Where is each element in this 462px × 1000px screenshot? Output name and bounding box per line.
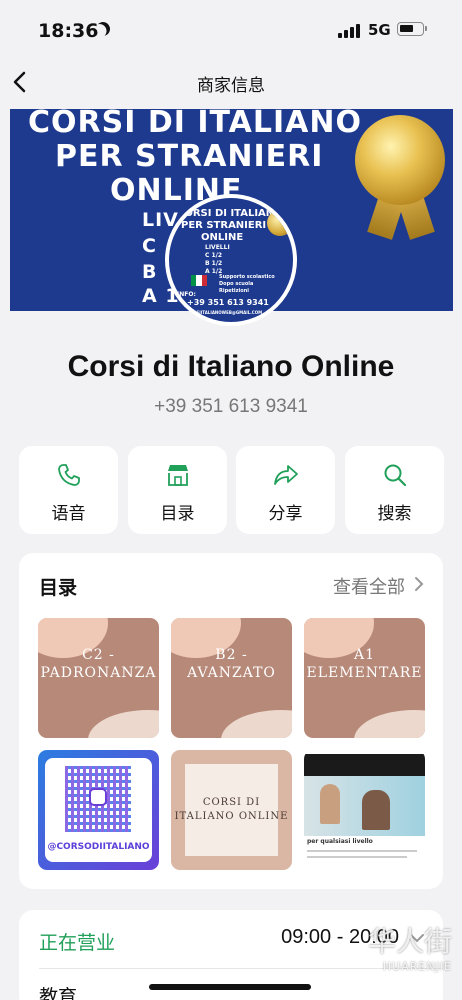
avatar-text: PER STRANIERI [181, 220, 267, 231]
gold-medal-icon [350, 115, 450, 245]
catalog-item-line2: PADRONANZA [40, 665, 157, 681]
video-caption: per qualsiasi livello [307, 838, 373, 845]
avatar-bullet: Ripetizioni [219, 288, 249, 294]
avatar-text: ONLINE [201, 232, 244, 243]
banner-title-line-1: CORSI DI ITALIANO [28, 109, 362, 140]
catalog-item-instagram-qr[interactable]: @CORSODIITALIANO [38, 750, 159, 870]
search-label: 搜索 [377, 504, 412, 524]
business-phone[interactable]: +39 351 613 9341 [0, 396, 462, 418]
nav-bar: 商家信息 [0, 58, 462, 106]
home-indicator[interactable] [149, 984, 311, 990]
search-icon [384, 464, 407, 487]
avatar-text: C 1/2 [205, 252, 223, 259]
watermark-en: HUARENJIE [382, 960, 452, 973]
instagram-handle: @CORSODIITALIANO [47, 842, 150, 852]
share-icon [274, 465, 298, 485]
store-icon [168, 465, 188, 486]
avatar-text: CORSI DI ITALIANO [177, 208, 283, 219]
catalog-item-c2-padronanza[interactable]: C2 - PADRONANZA [38, 618, 159, 738]
catalog-title: 目录 [39, 577, 78, 599]
catalog-item-line2: AVANZATO [187, 665, 276, 681]
banner-side-letter: B [142, 261, 158, 283]
catalog-item-line1: A1 [353, 647, 376, 663]
avatar-bullet: Dopo scuola [219, 281, 254, 287]
share-label: 分享 [268, 504, 303, 524]
catalog-button[interactable]: 目录 [128, 446, 227, 534]
watermark: 华人街 HUARENJIE [368, 920, 452, 973]
avatar-text: B 1/2 [205, 260, 223, 267]
watermark-cn: 华人街 [367, 925, 452, 958]
catalog-item-line1: B2 - [215, 647, 248, 663]
business-category: 教育 [39, 986, 78, 1000]
battery-icon [397, 22, 427, 36]
search-button[interactable]: 搜索 [345, 446, 444, 534]
catalog-label: 目录 [160, 504, 195, 524]
status-bar: 18:36 5G [0, 0, 462, 58]
catalog-item-a1-elementare[interactable]: A1 ELEMENTARE [304, 618, 425, 738]
avatar-text: LIVELLI [205, 244, 230, 251]
medal-icon [267, 210, 293, 236]
catalog-item-corsi-online[interactable]: CORSI DI ITALIANO ONLINE [171, 750, 292, 870]
catalog-item-b2-avanzato[interactable]: B2 - AVANZATO [171, 618, 292, 738]
person-figure [320, 784, 340, 824]
network-label: 5G [368, 21, 391, 39]
status-time: 18:36 [38, 20, 99, 42]
catalog-item-line2: ELEMENTARE [306, 665, 423, 681]
banner-side-letter: C [142, 235, 157, 257]
voice-call-button[interactable]: 语音 [19, 446, 118, 534]
share-button[interactable]: 分享 [236, 446, 335, 534]
catalog-item-line2: ITALIANO ONLINE [174, 811, 289, 822]
catalog-item-video[interactable]: per qualsiasi livello [304, 750, 425, 870]
avatar-info-phone: +39 351 613 9341 [187, 298, 269, 307]
voice-call-label: 语音 [51, 504, 86, 524]
avatar-info-label: INFO: [177, 291, 196, 298]
signal-icon [338, 24, 362, 38]
italy-flag-icon [191, 275, 207, 286]
catalog-section: 目录 查看全部 C2 - PADRONANZA B2 - AVANZATO A1… [19, 553, 443, 889]
see-all-link[interactable]: 查看全部 [333, 573, 405, 599]
open-status: 正在营业 [39, 932, 116, 954]
avatar-info-email: CORSIITALIANOWEB@GMAIL.COM [187, 310, 263, 315]
banner-title-line-2: PER STRANIERI [55, 139, 324, 174]
chevron-right-icon[interactable] [413, 575, 425, 593]
person-figure [362, 790, 390, 830]
avatar[interactable]: CORSI DI ITALIANO PER STRANIERI ONLINE L… [165, 194, 297, 326]
catalog-item-line1: C2 - [82, 647, 115, 663]
phone-icon [58, 464, 80, 486]
instagram-icon [89, 788, 107, 806]
page-title: 商家信息 [197, 76, 265, 96]
business-name: Corsi di Italiano Online [67, 350, 395, 383]
avatar-bullet: Supporto scolastico [219, 274, 275, 280]
